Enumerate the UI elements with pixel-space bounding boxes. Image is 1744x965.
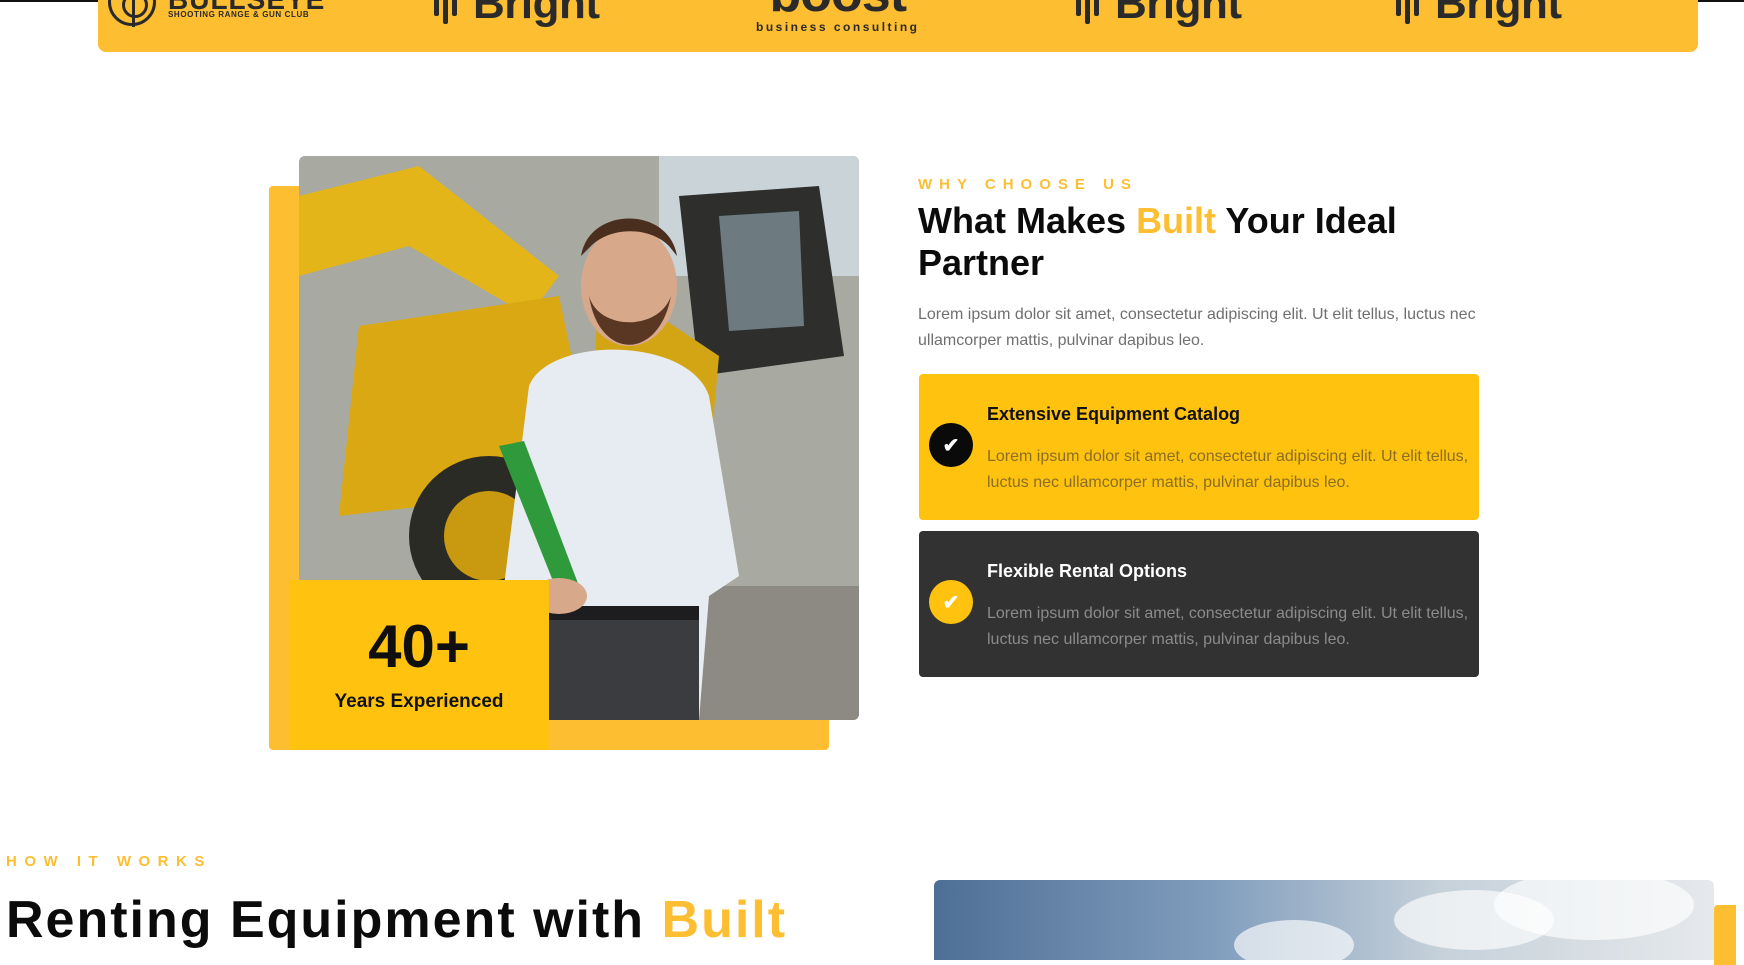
stat-label: Years Experienced: [334, 691, 504, 712]
partner-logo-strip: BULLSEYE SHOOTING RANGE & GUN CLUB Brigh…: [98, 0, 1698, 52]
partner-logo-bright-2[interactable]: Bright: [1076, 0, 1242, 52]
bars-icon: [434, 0, 457, 24]
check-icon: ✔: [929, 580, 973, 624]
feature-title: Flexible Rental Options: [987, 561, 1188, 581]
how-it-works-title: Renting Equipment with Built: [6, 890, 787, 950]
experience-stat: 40+ Years Experienced: [289, 580, 549, 750]
stat-value: 40+: [368, 613, 470, 680]
title-accent: Built: [661, 891, 788, 949]
why-choose-title: What Makes Built Your Ideal Partner: [918, 200, 1458, 284]
why-choose-eyebrow: WHY CHOOSE US: [918, 176, 1138, 193]
title-accent: Built: [1136, 200, 1217, 241]
partner-logo-bright-3[interactable]: Bright: [1396, 0, 1562, 52]
feature-card-catalog[interactable]: ✔ Extensive Equipment Catalog Lorem ipsu…: [919, 374, 1479, 520]
target-icon: [108, 0, 156, 27]
feature-text: Lorem ipsum dolor sit amet, consectetur …: [987, 448, 1469, 491]
feature-card-rental[interactable]: ✔ Flexible Rental Options Lorem ipsum do…: [919, 531, 1479, 677]
partner-logo-bright-1[interactable]: Bright: [434, 0, 600, 52]
bars-icon: [1396, 0, 1419, 24]
logo-tagline: SHOOTING RANGE & GUN CLUB: [168, 10, 310, 19]
logo-name: Bright: [473, 0, 600, 28]
title-part: Renting Equipment with: [6, 891, 662, 949]
feature-title: Extensive Equipment Catalog: [987, 404, 1241, 424]
partner-logo-boost[interactable]: boost business consulting: [756, 0, 920, 52]
logo-tagline: business consulting: [756, 20, 920, 34]
how-it-works-photo: [934, 880, 1714, 960]
check-icon: ✔: [929, 423, 973, 467]
image-frame-accent: [1714, 905, 1736, 965]
title-part: What Makes: [918, 200, 1137, 241]
how-it-works-eyebrow: HOW IT WORKS: [6, 853, 212, 870]
logo-name: boost: [769, 0, 907, 20]
logo-name: Bright: [1435, 0, 1562, 28]
logo-name: Bright: [1115, 0, 1242, 28]
why-choose-description: Lorem ipsum dolor sit amet, consectetur …: [918, 306, 1476, 349]
bars-icon: [1076, 0, 1099, 24]
feature-text: Lorem ipsum dolor sit amet, consectetur …: [987, 605, 1469, 648]
